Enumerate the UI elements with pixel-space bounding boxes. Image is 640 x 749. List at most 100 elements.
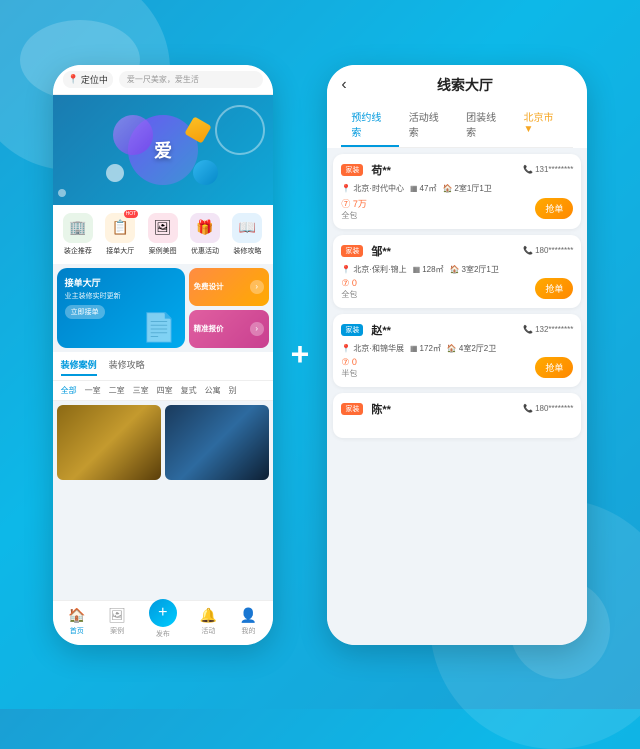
nav-cases-label: 案例 <box>110 626 124 636</box>
filter-duplex[interactable]: 复式 <box>181 385 197 396</box>
lead-3-phone-number: 132******** <box>535 325 573 334</box>
tab-activity-leads[interactable]: 活动线索 <box>399 103 456 147</box>
lead-card-1: 家装 苟** 📞 131******** 📍 北京·时代中心 ▦ <box>333 154 581 229</box>
rooms-icon-3: 🏠 <box>447 344 457 353</box>
card-price[interactable]: 精准报价 › <box>189 310 269 348</box>
search-bar: 📍 定位中 爱一尺美家，爱生活 <box>53 65 273 95</box>
recommend-label: 装企推荐 <box>64 246 92 256</box>
lead-3-tag: 家装 <box>341 324 363 336</box>
grab-button-3[interactable]: 抢单 <box>535 357 573 378</box>
tab-appointment-leads[interactable]: 预约线索 <box>341 103 398 147</box>
banner-sphere-2 <box>193 160 218 185</box>
lead-3-location: 📍 北京·和锦华展 <box>341 343 404 354</box>
lead-2-area-text: 128㎡ <box>422 264 443 275</box>
lead-3-info: 📍 北京·和锦华展 ▦ 172㎡ 🏠 4室2厅2卫 <box>341 343 573 354</box>
lead-2-bottom: ⑦ 0 全包 抢单 <box>341 278 573 300</box>
icon-item-orders[interactable]: 📋 HOT 接单大厅 <box>101 213 139 256</box>
location-text: 定位中 <box>81 73 108 86</box>
lead-2-phone-number: 180******** <box>535 246 573 255</box>
nav-activity[interactable]: 🔔 活动 <box>200 607 217 639</box>
card-main[interactable]: 接单大厅 业主装修实时更新 立即接单 📄 <box>57 268 185 348</box>
card-main-title: 接单大厅 <box>65 276 177 289</box>
lead-2-phone: 📞 180******** <box>523 246 573 255</box>
banner-dot <box>58 189 66 197</box>
icon-item-recommend[interactable]: 🏢 装企推荐 <box>59 213 97 256</box>
filter-apartment[interactable]: 公寓 <box>205 385 221 396</box>
tab-city-selector[interactable]: 北京市 ▼ <box>513 103 573 147</box>
cases-grid <box>53 401 273 600</box>
tab-guide[interactable]: 装修攻略 <box>109 358 145 376</box>
lead-2-area: ▦ 128㎡ <box>413 264 444 275</box>
phone-icon-2: 📞 <box>523 246 533 255</box>
back-button[interactable]: ‹ <box>341 76 346 94</box>
filter-all[interactable]: 全部 <box>61 385 77 396</box>
lead-1-package: 全包 <box>341 210 367 221</box>
section-tabs: 装修案例 装修攻略 <box>53 352 273 381</box>
lead-1-location: 📍 北京·时代中心 <box>341 183 404 194</box>
search-placeholder: 爱一尺美家，爱生活 <box>127 75 199 84</box>
nav-publish[interactable]: + 发布 <box>149 607 177 639</box>
lead-2-price: ⑦ 0 <box>341 278 357 289</box>
banner-sphere-1 <box>113 115 153 155</box>
location-icon-3: 📍 <box>341 344 351 353</box>
lead-3-rooms: 🏠 4室2厅2卫 <box>447 343 496 354</box>
lead-2-info: 📍 北京·保利·锦上 ▦ 128㎡ 🏠 3室2厅1卫 <box>341 264 573 275</box>
recommend-icon: 🏢 <box>69 219 86 236</box>
card-free-design[interactable]: 免费设计 › <box>189 268 269 306</box>
case-image-1[interactable] <box>57 405 161 480</box>
icon-item-cases[interactable]: 🖼 案例美图 <box>144 213 182 256</box>
banner-ring <box>215 105 265 155</box>
icon-item-offers[interactable]: 🎁 优惠活动 <box>186 213 224 256</box>
tab-cases[interactable]: 装修案例 <box>61 358 97 376</box>
lead-2-rooms: 🏠 3室2厅1卫 <box>450 264 499 275</box>
location-button[interactable]: 📍 定位中 <box>63 71 113 88</box>
lead-3-phone: 📞 132******** <box>523 325 573 334</box>
tab-group-leads[interactable]: 团装线索 <box>456 103 513 147</box>
lead-1-location-text: 北京·时代中心 <box>353 183 404 194</box>
area-icon-3: ▦ <box>410 344 418 353</box>
grab-button-2[interactable]: 抢单 <box>535 278 573 299</box>
nav-mine[interactable]: 👤 我的 <box>240 607 257 639</box>
filter-1room[interactable]: 一室 <box>85 385 101 396</box>
publish-button[interactable]: + <box>149 599 177 627</box>
filter-4room[interactable]: 四室 <box>157 385 173 396</box>
card-main-subtitle: 业主装修实时更新 <box>65 291 177 301</box>
lead-card-4-header: 家装 陈** 📞 180******** <box>341 401 573 417</box>
grab-button-1[interactable]: 抢单 <box>535 198 573 219</box>
card-main-illustration: 📄 <box>142 311 177 344</box>
area-icon-1: ▦ <box>410 184 418 193</box>
lead-1-name: 苟** <box>371 162 391 178</box>
lead-card-2: 家装 邹** 📞 180******** 📍 北京·保利·锦上 ▦ <box>333 235 581 308</box>
guide-label: 装修攻略 <box>233 246 261 256</box>
offers-label: 优惠活动 <box>191 246 219 256</box>
phone-icon-4: 📞 <box>523 404 533 413</box>
lead-3-area: ▦ 172㎡ <box>410 343 441 354</box>
home-icon: 🏠 <box>68 607 85 624</box>
lead-1-rooms-text: 2室1厅1卫 <box>454 183 491 194</box>
phone-icon-1: 📞 <box>523 165 533 174</box>
lead-3-area-text: 172㎡ <box>420 343 441 354</box>
activity-icon: 🔔 <box>200 607 217 624</box>
case-image-2[interactable] <box>165 405 269 480</box>
left-phone: 📍 定位中 爱一尺美家，爱生活 爱 <box>53 65 273 645</box>
right-tabs: 预约线索 活动线索 团装线索 北京市 ▼ <box>341 103 573 148</box>
banner-area: 爱 <box>53 95 273 205</box>
nav-home[interactable]: 🏠 首页 <box>68 607 85 639</box>
filter-villa[interactable]: 别 <box>229 385 237 396</box>
card-main-button[interactable]: 立即接单 <box>65 305 105 319</box>
filter-2room[interactable]: 二室 <box>109 385 125 396</box>
lead-3-rooms-text: 4室2厅2卫 <box>459 343 496 354</box>
search-input[interactable]: 爱一尺美家，爱生活 <box>119 71 263 88</box>
lead-1-tag: 家装 <box>341 164 363 176</box>
banner-3d-visual: 爱 <box>98 110 228 190</box>
lead-4-phone: 📞 180******** <box>523 404 573 413</box>
right-title: 线索大厅 <box>357 75 574 95</box>
lead-1-price: ⑦ 7万 <box>341 197 367 210</box>
nav-publish-label: 发布 <box>156 629 170 639</box>
cases-label: 案例美图 <box>149 246 177 256</box>
filter-3room[interactable]: 三室 <box>133 385 149 396</box>
icons-row: 🏢 装企推荐 📋 HOT 接单大厅 🖼 案例美图 🎁 <box>53 205 273 264</box>
lead-card-3: 家装 赵** 📞 132******** 📍 北京·和锦华展 ▦ <box>333 314 581 387</box>
icon-item-guide[interactable]: 📖 装修攻略 <box>228 213 266 256</box>
nav-cases[interactable]: 🖼 案例 <box>108 607 126 639</box>
